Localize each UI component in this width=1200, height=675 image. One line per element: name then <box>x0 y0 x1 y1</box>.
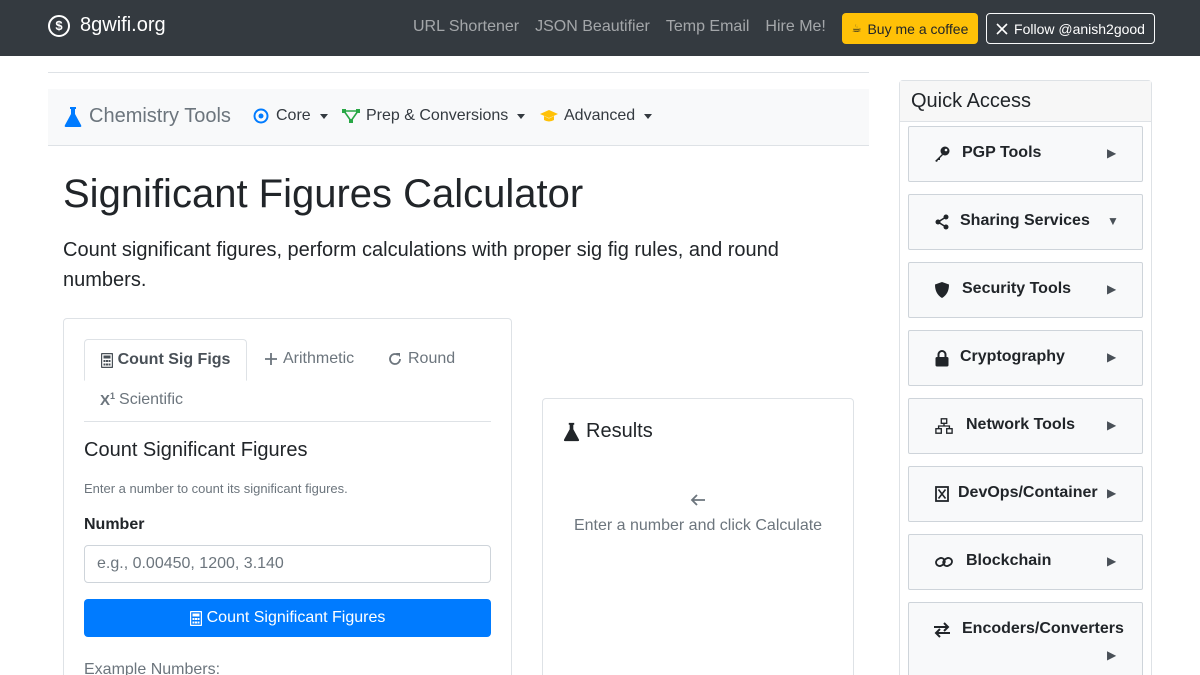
sidebar-item-security-tools[interactable]: Security Tools ▶ <box>908 262 1143 318</box>
sidebar-item-cryptography[interactable]: Cryptography ▶ <box>908 330 1143 386</box>
tab-round-label: Round <box>408 350 456 367</box>
sidebar-item-label: Blockchain <box>966 552 1052 569</box>
sidebar-item-label: PGP Tools <box>962 144 1042 161</box>
sidebar-item-label: DevOps/Container <box>958 484 1098 501</box>
nav-link-json-beautifier[interactable]: JSON Beautifier <box>535 18 650 36</box>
results-empty-message: Enter a number and click Calculate <box>573 517 823 534</box>
page-lead: Count significant figures, perform calcu… <box>63 239 779 291</box>
subnav-advanced-dropdown[interactable]: Advanced <box>539 107 653 125</box>
number-label: Number <box>84 516 145 533</box>
sidebar-item-pgp-tools[interactable]: PGP Tools ▶ <box>908 126 1143 182</box>
count-sig-figs-button-label: Count Significant Figures <box>206 609 386 626</box>
chemistry-tools-brand[interactable]: Chemistry Tools <box>64 105 231 128</box>
calculator-icon <box>100 352 113 368</box>
dollar-coin-icon: $ <box>48 14 70 37</box>
tab-count-sig-figs[interactable]: Count Sig Figs <box>84 339 247 381</box>
quick-access-sidebar: Quick Access PGP Tools ▶ Sharing Service… <box>899 80 1152 675</box>
tab-arithmetic[interactable]: Arithmetic <box>264 350 354 368</box>
chevron-down-icon <box>517 113 526 119</box>
results-card: Results Enter a number and click Calcula… <box>542 398 854 675</box>
link-icon <box>935 553 953 571</box>
buy-coffee-button[interactable]: ☕ Buy me a coffee <box>842 13 978 44</box>
sidebar-item-blockchain[interactable]: Blockchain ▶ <box>908 534 1143 590</box>
triangle-right-icon: ▶ <box>1107 418 1117 432</box>
triangle-right-icon: ▶ <box>1107 648 1117 662</box>
sidebar-item-label: Network Tools <box>966 416 1076 433</box>
sidebar-item-devops-container[interactable]: DevOps/Container ▶ <box>908 466 1143 522</box>
lock-icon <box>933 349 951 367</box>
results-title-label: Results <box>586 420 653 442</box>
vector-icon <box>342 109 360 123</box>
exchange-icon <box>933 621 951 639</box>
flask-icon <box>64 106 82 127</box>
container-icon <box>933 485 951 503</box>
top-navbar: $ 8gwifi.org URL Shortener JSON Beautifi… <box>0 0 1200 56</box>
top-divider <box>48 72 869 73</box>
calculator-card: Count Sig Figs Arithmetic Round X1 Scien… <box>63 318 512 675</box>
chevron-down-icon <box>644 113 653 119</box>
nav-link-url-shortener[interactable]: URL Shortener <box>413 18 519 36</box>
chemistry-subnav: Chemistry Tools Core Prep & Conversions … <box>48 89 869 146</box>
tab-count-sig-figs-label: Count Sig Figs <box>117 351 231 368</box>
subnav-core-dropdown[interactable]: Core <box>253 107 328 125</box>
triangle-right-icon: ▶ <box>1107 350 1117 364</box>
nav-link-temp-email[interactable]: Temp Email <box>666 18 750 36</box>
triangle-right-icon: ▶ <box>1107 486 1117 500</box>
tab-round[interactable]: Round <box>387 350 455 368</box>
triangle-right-icon: ▶ <box>1107 282 1117 296</box>
arrow-left-icon <box>543 491 853 512</box>
share-icon <box>933 213 951 231</box>
graduation-cap-icon <box>540 110 558 122</box>
subnav-prep-dropdown[interactable]: Prep & Conversions <box>341 107 526 125</box>
sidebar-item-label: Security Tools <box>962 280 1072 297</box>
network-icon <box>935 417 953 435</box>
sidebar-item-network-tools[interactable]: Network Tools ▶ <box>908 398 1143 454</box>
calculator-icon <box>189 610 202 626</box>
redo-icon <box>389 353 401 365</box>
flask-icon <box>563 422 580 441</box>
number-input[interactable] <box>84 545 491 583</box>
coffee-cup-icon: ☕ <box>851 23 862 35</box>
calculator-help-text: Enter a number to count its significant … <box>84 481 348 496</box>
superscript-icon: X1 <box>100 391 116 409</box>
shield-icon <box>933 281 951 299</box>
nav-link-hire-me[interactable]: Hire Me! <box>765 18 825 36</box>
plus-icon <box>265 353 277 365</box>
sidebar-item-encoders-converters[interactable]: Encoders/Converters ▶ <box>908 602 1143 675</box>
calculator-heading: Count Significant Figures <box>84 439 308 461</box>
sidebar-item-label: Cryptography <box>960 348 1065 365</box>
results-title: Results <box>563 420 653 443</box>
page-title: Significant Figures Calculator <box>63 172 584 216</box>
chevron-down-icon <box>319 113 328 119</box>
sidebar-item-sharing-services[interactable]: Sharing Services ▼ <box>908 194 1143 250</box>
atom-icon <box>253 108 269 124</box>
brand-name: 8gwifi.org <box>80 14 166 36</box>
chemistry-tools-label: Chemistry Tools <box>89 105 231 127</box>
sidebar-item-label: Encoders/Converters <box>962 620 1124 637</box>
key-icon <box>933 145 951 163</box>
x-close-icon <box>996 22 1008 35</box>
sidebar-item-label: Sharing Services <box>960 212 1090 229</box>
tab-scientific[interactable]: X1 Scientific <box>100 391 183 409</box>
tab-arithmetic-label: Arithmetic <box>283 350 355 367</box>
example-numbers-label: Example Numbers: <box>84 661 221 675</box>
top-nav-links: URL Shortener JSON Beautifier Temp Email… <box>413 18 842 36</box>
triangle-right-icon: ▶ <box>1107 554 1117 568</box>
subnav-advanced-label: Advanced <box>564 107 636 124</box>
subnav-prep-label: Prep & Conversions <box>366 107 509 124</box>
buy-coffee-label: Buy me a coffee <box>867 20 969 37</box>
follow-twitter-button[interactable]: Follow @anish2good <box>986 13 1155 44</box>
count-sig-figs-button[interactable]: Count Significant Figures <box>84 599 491 637</box>
brand-link[interactable]: $ 8gwifi.org <box>48 14 166 37</box>
triangle-right-icon: ▶ <box>1107 146 1117 160</box>
tabs-divider <box>84 421 491 422</box>
tab-scientific-label: Scientific <box>119 391 184 408</box>
quick-access-title: Quick Access <box>900 81 1151 122</box>
follow-twitter-label: Follow @anish2good <box>1014 20 1145 37</box>
triangle-down-icon: ▼ <box>1107 214 1119 228</box>
subnav-core-label: Core <box>276 107 311 124</box>
